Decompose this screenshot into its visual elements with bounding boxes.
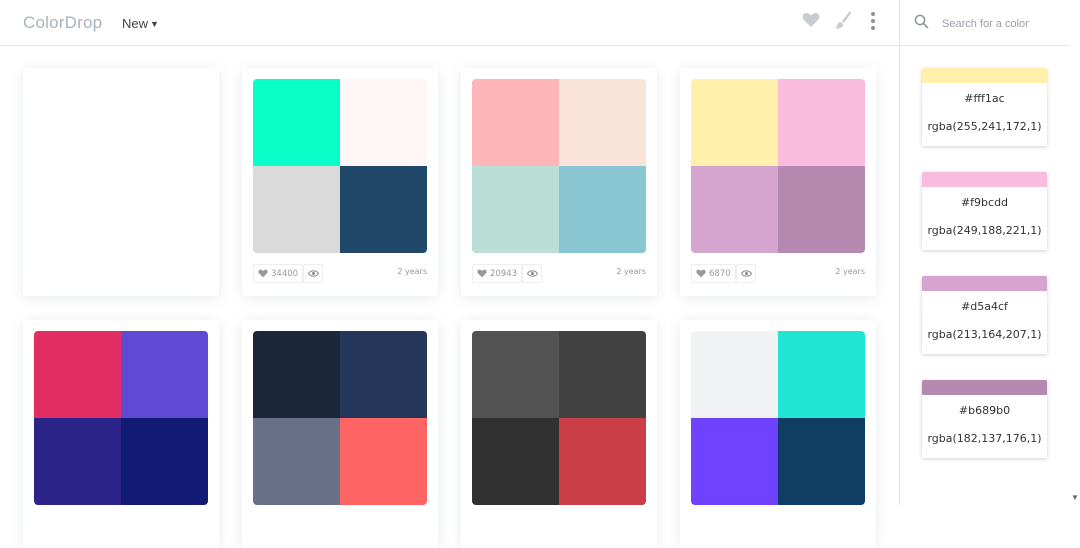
like-button[interactable]: 34400 [253, 264, 304, 283]
palette-color[interactable] [559, 166, 646, 253]
palette-color[interactable] [778, 166, 865, 253]
top-bar: ColorDrop New ▼ [0, 0, 899, 46]
palette-color[interactable] [34, 418, 121, 505]
color-swatch-card[interactable]: #fff1ac rgba(255,241,172,1) [922, 68, 1047, 146]
palette-card-placeholder [23, 68, 219, 296]
color-swatch-card[interactable]: #b689b0 rgba(182,137,176,1) [922, 380, 1047, 458]
swatch-strip [922, 380, 1047, 395]
search-input[interactable] [940, 14, 1064, 34]
nav-new-dropdown[interactable]: New ▼ [122, 16, 159, 31]
palette-color[interactable] [691, 166, 778, 253]
palette-swatches[interactable] [34, 331, 208, 505]
like-count: 6870 [709, 268, 731, 279]
swatch-strip [922, 172, 1047, 187]
palette-color[interactable] [121, 331, 208, 418]
palette-swatches[interactable] [253, 331, 427, 505]
search-icon [914, 14, 929, 34]
swatch-hex[interactable]: #d5a4cf [922, 300, 1047, 313]
swatch-hex[interactable]: #f9bcdd [922, 196, 1047, 209]
palette-color[interactable] [253, 331, 340, 418]
palette-gallery: 34400 2 years 20943 2 years 6870 2 years [0, 46, 899, 548]
swatch-strip [922, 68, 1047, 83]
palette-card[interactable] [242, 320, 438, 548]
right-panel: #fff1ac rgba(255,241,172,1) #f9bcdd rgba… [899, 0, 1070, 505]
eye-icon [526, 270, 538, 277]
palette-color[interactable] [778, 331, 865, 418]
heart-icon [258, 269, 268, 278]
view-button[interactable] [522, 264, 542, 283]
palette-card[interactable]: 34400 2 years [242, 68, 438, 296]
swatch-hex[interactable]: #b689b0 [922, 404, 1047, 417]
like-count: 20943 [490, 268, 518, 279]
palette-color[interactable] [340, 331, 427, 418]
palette-color[interactable] [340, 166, 427, 253]
chevron-down-icon: ▼ [150, 19, 159, 29]
palette-color[interactable] [691, 79, 778, 166]
nav-new-label: New [122, 16, 149, 31]
palette-color[interactable] [472, 79, 559, 166]
palette-swatches[interactable] [253, 79, 427, 253]
palette-card[interactable]: 20943 2 years [461, 68, 657, 296]
like-button[interactable]: 6870 [691, 264, 736, 283]
palette-swatches[interactable] [472, 331, 646, 505]
brush-icon[interactable] [834, 10, 852, 35]
like-button[interactable]: 20943 [472, 264, 523, 283]
swatch-rgba[interactable]: rgba(249,188,221,1) [922, 224, 1047, 237]
palette-swatches[interactable] [691, 79, 865, 253]
palette-color[interactable] [472, 331, 559, 418]
palette-color[interactable] [472, 418, 559, 505]
palette-card[interactable] [680, 320, 876, 548]
view-button[interactable] [303, 264, 323, 283]
heart-icon[interactable] [802, 12, 820, 33]
swatch-hex[interactable]: #fff1ac [922, 92, 1047, 105]
palette-color[interactable] [34, 331, 121, 418]
palette-color[interactable] [559, 79, 646, 166]
palette-color[interactable] [691, 331, 778, 418]
palette-color[interactable] [253, 166, 340, 253]
swatch-strip [922, 276, 1047, 291]
palette-age: 2 years [616, 267, 646, 276]
like-count: 34400 [271, 268, 299, 279]
palette-card[interactable]: 6870 2 years [680, 68, 876, 296]
heart-icon [477, 269, 487, 278]
palette-age: 2 years [397, 267, 427, 276]
view-button[interactable] [736, 264, 756, 283]
logo[interactable]: ColorDrop [23, 13, 102, 33]
palette-color[interactable] [121, 418, 208, 505]
swatch-rgba[interactable]: rgba(255,241,172,1) [922, 120, 1047, 133]
palette-color[interactable] [340, 418, 427, 505]
heart-icon [696, 269, 706, 278]
palette-color[interactable] [253, 418, 340, 505]
palette-meta: 6870 2 years [691, 264, 865, 283]
palette-age: 2 years [835, 267, 865, 276]
swatch-rgba[interactable]: rgba(213,164,207,1) [922, 328, 1047, 341]
scroll-down-arrow-icon[interactable]: ▼ [1071, 493, 1079, 502]
palette-swatches[interactable] [691, 331, 865, 505]
palette-meta: 20943 2 years [472, 264, 646, 283]
palette-card[interactable] [461, 320, 657, 548]
color-swatch-card[interactable]: #f9bcdd rgba(249,188,221,1) [922, 172, 1047, 250]
palette-color[interactable] [778, 418, 865, 505]
palette-color[interactable] [691, 418, 778, 505]
palette-meta: 34400 2 years [253, 264, 427, 283]
palette-color[interactable] [559, 331, 646, 418]
more-vertical-icon[interactable] [869, 11, 877, 36]
swatch-rgba[interactable]: rgba(182,137,176,1) [922, 432, 1047, 445]
palette-color[interactable] [472, 166, 559, 253]
palette-swatches[interactable] [472, 79, 646, 253]
palette-color[interactable] [340, 79, 427, 166]
eye-icon [740, 270, 752, 277]
palette-card[interactable] [23, 320, 219, 548]
search-bar[interactable] [900, 0, 1070, 46]
eye-icon [307, 270, 319, 277]
palette-color[interactable] [253, 79, 340, 166]
scrollbar[interactable]: ▼ [1069, 0, 1080, 505]
palette-color[interactable] [778, 79, 865, 166]
color-swatch-card[interactable]: #d5a4cf rgba(213,164,207,1) [922, 276, 1047, 354]
palette-color[interactable] [559, 418, 646, 505]
